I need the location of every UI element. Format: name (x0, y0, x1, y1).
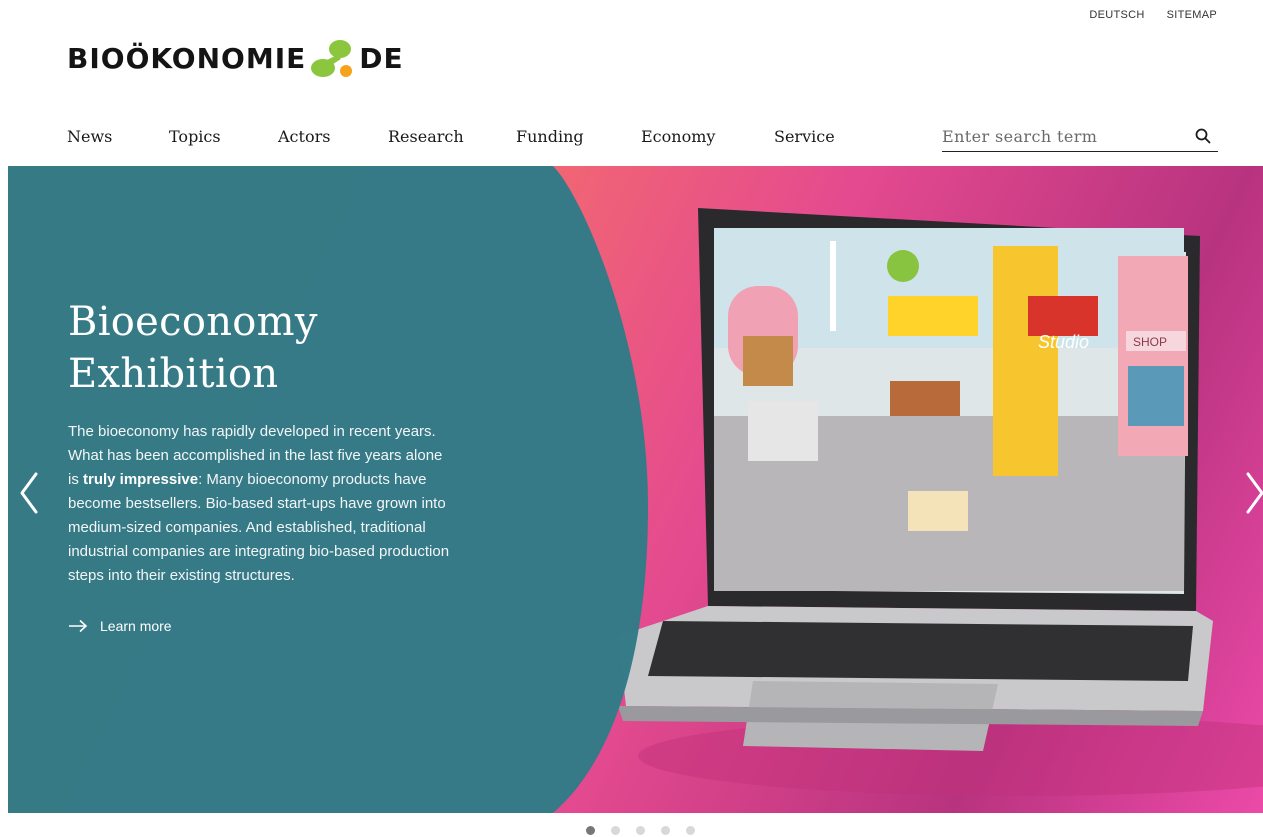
nav-item-funding[interactable]: Funding (516, 127, 641, 146)
hero-slide: Studio SHOP Bioeconomy Exhibition The bi… (8, 166, 1263, 813)
nav-item-topics[interactable]: Topics (169, 127, 278, 146)
carousel-dot-1[interactable] (586, 826, 595, 835)
nav-item-research[interactable]: Research (388, 127, 516, 146)
search-input[interactable] (942, 123, 1182, 150)
hero-description-emphasis: truly impressive (83, 471, 199, 488)
carousel-dot-5[interactable] (686, 826, 695, 835)
shop-sign: SHOP (1133, 335, 1167, 349)
carousel-dot-4[interactable] (661, 826, 670, 835)
language-switch-link[interactable]: DEUTSCH (1089, 9, 1144, 21)
hero-title: Bioeconomy Exhibition (68, 299, 318, 397)
logo-icon (311, 40, 353, 77)
carousel-next-button[interactable] (1240, 468, 1263, 518)
logo-text-right: DE (359, 41, 404, 75)
studio-sign: Studio (1038, 332, 1089, 352)
main-nav: News Topics Actors Research Funding Econ… (67, 124, 835, 148)
search-bar (942, 122, 1218, 152)
learn-more-link[interactable]: Learn more (68, 618, 458, 634)
carousel-dot-3[interactable] (636, 826, 645, 835)
arrow-right-icon (69, 619, 88, 633)
learn-more-label: Learn more (100, 618, 172, 634)
hero-content: Bioeconomy Exhibition The bioeconomy has… (68, 296, 458, 634)
laptop-illustration: Studio SHOP (618, 208, 1213, 751)
logo-text-left: BIOÖKONOMIE (67, 41, 307, 75)
top-links: DEUTSCH SITEMAP (1089, 9, 1217, 21)
sitemap-link[interactable]: SITEMAP (1167, 9, 1217, 21)
nav-item-actors[interactable]: Actors (278, 127, 388, 146)
site-logo[interactable]: BIOÖKONOMIE DE (67, 36, 404, 80)
search-icon[interactable] (1194, 127, 1212, 145)
nav-item-news[interactable]: News (67, 127, 169, 146)
nav-item-service[interactable]: Service (774, 127, 835, 146)
carousel-dot-2[interactable] (611, 826, 620, 835)
hero-description: The bioeconomy has rapidly developed in … (68, 420, 453, 588)
carousel-indicators (586, 826, 695, 835)
carousel-prev-button[interactable] (14, 468, 44, 518)
nav-item-economy[interactable]: Economy (641, 127, 774, 146)
